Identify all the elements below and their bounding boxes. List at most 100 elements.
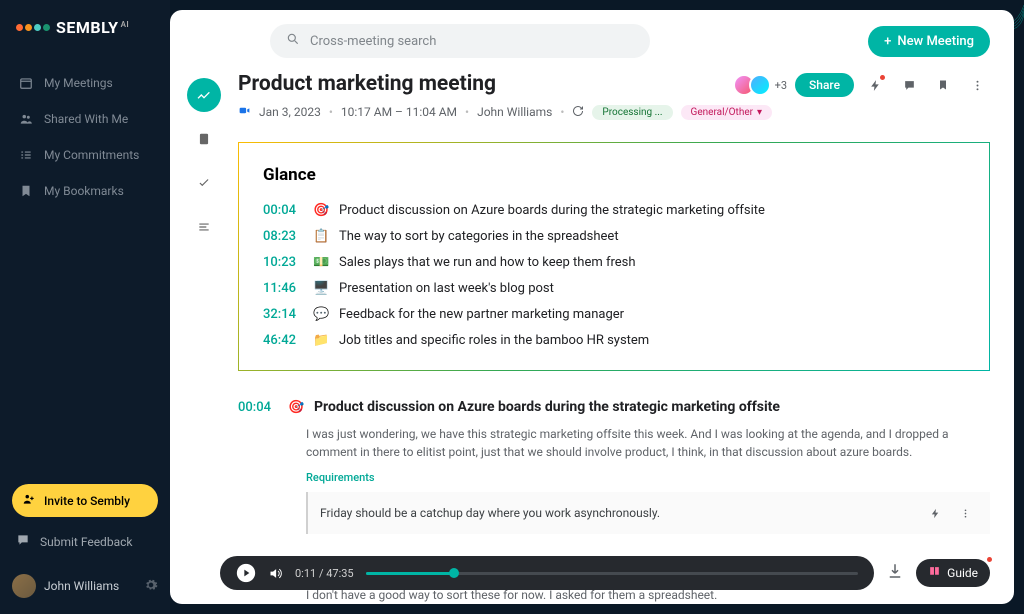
avatar	[749, 74, 771, 96]
section: 00:04 🎯 Product discussion on Azure boar…	[238, 399, 990, 534]
search-icon	[286, 32, 300, 50]
feedback-button[interactable]: Submit Feedback	[12, 527, 158, 556]
glance-emoji-icon: 💵	[313, 255, 329, 270]
glance-title: Glance	[263, 165, 965, 185]
player-area: 0:11 / 47:35 Guide	[220, 556, 990, 590]
glance-text: Presentation on last week's blog post	[339, 281, 554, 296]
sidebar-item-my-meetings[interactable]: My Meetings	[12, 67, 158, 99]
glance-text: Feedback for the new partner marketing m…	[339, 307, 624, 322]
sidebar-nav: My Meetings Shared With Me My Commitment…	[12, 67, 158, 207]
category-badge[interactable]: General/Other▾	[681, 105, 773, 120]
glance-text: Product discussion on Azure boards durin…	[339, 203, 765, 218]
glance-box: Glance 00:04 🎯 Product discussion on Azu…	[238, 142, 990, 371]
section-title: Product discussion on Azure boards durin…	[314, 399, 780, 415]
glance-time: 46:42	[263, 333, 303, 348]
logo[interactable]: SEMBLYAI	[12, 18, 158, 37]
sidebar-item-label: My Commitments	[44, 148, 139, 162]
glance-text: Job titles and specific roles in the bam…	[339, 333, 649, 348]
invite-label: Invite to Sembly	[44, 494, 130, 508]
glance-item[interactable]: 10:23 💵 Sales plays that we run and how …	[263, 255, 965, 270]
mini-tab-insights[interactable]	[187, 78, 221, 112]
section-emoji-icon: 🎯	[288, 400, 304, 415]
note-bolt-button[interactable]	[922, 500, 948, 526]
glance-item[interactable]: 32:14 💬 Feedback for the new partner mar…	[263, 307, 965, 322]
main-panel: Cross-meeting search + New Meeting Produ…	[170, 10, 1014, 604]
glance-item[interactable]: 00:04 🎯 Product discussion on Azure boar…	[263, 203, 965, 218]
people-icon	[18, 111, 34, 127]
bookmark-icon	[18, 183, 34, 199]
share-button[interactable]: Share	[795, 73, 854, 97]
section-note: Friday should be a catchup day where you…	[306, 492, 990, 534]
user-row[interactable]: John Williams	[12, 570, 158, 602]
calendar-icon	[18, 75, 34, 91]
sidebar-item-label: My Bookmarks	[44, 184, 124, 198]
video-icon	[238, 104, 251, 120]
avatar	[12, 574, 36, 598]
refresh-icon[interactable]	[572, 105, 584, 120]
glance-emoji-icon: 📁	[313, 333, 329, 348]
meeting-title: Product marketing meeting	[238, 72, 496, 96]
people-add-icon	[22, 492, 36, 509]
play-button[interactable]	[236, 563, 256, 583]
sidebar-item-label: Shared With Me	[44, 112, 128, 126]
player-progress[interactable]	[366, 572, 859, 575]
glance-item[interactable]: 11:46 🖥️ Presentation on last week's blo…	[263, 281, 965, 296]
sidebar-item-commitments[interactable]: My Commitments	[12, 139, 158, 171]
plus-icon: +	[884, 34, 891, 49]
glance-item[interactable]: 08:23 📋 The way to sort by categories in…	[263, 229, 965, 244]
glance-item[interactable]: 46:42 📁 Job titles and specific roles in…	[263, 333, 965, 348]
gear-icon[interactable]	[144, 577, 158, 596]
section-text: I was just wondering, we have this strat…	[306, 425, 990, 461]
bookmark-button[interactable]	[930, 72, 956, 98]
glance-emoji-icon: 🖥️	[313, 281, 329, 296]
note-more-button[interactable]	[952, 500, 978, 526]
download-button[interactable]	[886, 562, 904, 584]
brand-name: SEMBLY	[56, 18, 119, 37]
glance-text: Sales plays that we run and how to keep …	[339, 255, 636, 270]
brand-suffix: AI	[121, 20, 130, 29]
glance-emoji-icon: 🎯	[313, 203, 329, 218]
glance-time: 32:14	[263, 307, 303, 322]
audio-player: 0:11 / 47:35	[220, 556, 874, 590]
invite-button[interactable]: Invite to Sembly	[12, 484, 158, 517]
glance-time: 00:04	[263, 203, 303, 218]
glance-emoji-icon: 📋	[313, 229, 329, 244]
user-name: John Williams	[44, 579, 136, 593]
section-time[interactable]: 00:04	[238, 400, 278, 415]
player-time: 0:11 / 47:35	[295, 567, 354, 580]
sidebar-item-label: My Meetings	[44, 76, 113, 90]
comment-button[interactable]	[896, 72, 922, 98]
search-input[interactable]: Cross-meeting search	[270, 24, 650, 58]
mini-nav	[186, 72, 222, 604]
mini-tab-tasks[interactable]	[187, 166, 221, 200]
glance-time: 08:23	[263, 229, 303, 244]
checklist-icon	[18, 147, 34, 163]
more-button[interactable]	[964, 72, 990, 98]
glance-time: 11:46	[263, 281, 303, 296]
search-placeholder: Cross-meeting search	[310, 34, 436, 49]
chevron-down-icon: ▾	[757, 107, 762, 118]
bolt-button[interactable]	[862, 72, 888, 98]
meeting-host: John Williams	[477, 105, 552, 119]
meeting-date: Jan 3, 2023	[259, 105, 321, 119]
sidebar-item-bookmarks[interactable]: My Bookmarks	[12, 175, 158, 207]
avatar-stack[interactable]: +3	[733, 74, 787, 96]
sidebar-item-shared[interactable]: Shared With Me	[12, 103, 158, 135]
note-text: Friday should be a catchup day where you…	[320, 506, 660, 520]
section-tag[interactable]: Requirements	[306, 471, 990, 484]
book-icon	[928, 565, 941, 581]
topbar: Cross-meeting search + New Meeting	[170, 10, 1014, 72]
mini-tab-transcript[interactable]	[187, 210, 221, 244]
meeting-time: 10:17 AM – 11:04 AM	[341, 105, 457, 119]
glance-emoji-icon: 💬	[313, 307, 329, 322]
mini-tab-notes[interactable]	[187, 122, 221, 156]
new-meeting-button[interactable]: + New Meeting	[868, 26, 990, 57]
avatar-more-count: +3	[775, 79, 787, 92]
guide-button[interactable]: Guide	[916, 559, 990, 587]
glance-text: The way to sort by categories in the spr…	[339, 229, 619, 244]
glance-time: 10:23	[263, 255, 303, 270]
meeting-meta: Jan 3, 2023 • 10:17 AM – 11:04 AM • John…	[238, 104, 990, 120]
volume-button[interactable]	[268, 566, 283, 581]
guide-label: Guide	[947, 566, 978, 580]
new-meeting-label: New Meeting	[897, 34, 974, 49]
